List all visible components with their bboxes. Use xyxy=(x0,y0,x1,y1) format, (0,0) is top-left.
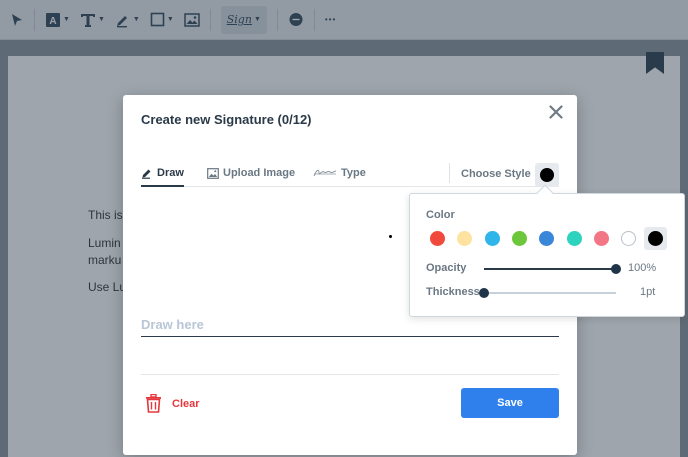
close-icon xyxy=(549,105,563,119)
dialog-title: Create new Signature (0/12) xyxy=(141,112,312,127)
tab-type[interactable]: Type xyxy=(313,163,366,183)
current-color-indicator xyxy=(540,168,554,182)
color-swatch[interactable] xyxy=(566,231,582,246)
color-swatch[interactable] xyxy=(593,231,609,246)
clear-button[interactable]: Clear xyxy=(145,394,200,413)
opacity-slider-track[interactable] xyxy=(484,268,616,270)
ink-dot xyxy=(389,235,392,238)
color-label: Color xyxy=(426,209,455,221)
color-swatch[interactable] xyxy=(457,231,473,246)
draw-here-placeholder: Draw here xyxy=(141,317,204,332)
save-button[interactable]: Save xyxy=(461,388,559,418)
tabs-divider xyxy=(449,163,450,183)
opacity-label: Opacity xyxy=(426,262,467,274)
image-icon xyxy=(207,167,219,179)
clear-label: Clear xyxy=(172,397,200,410)
footer-divider xyxy=(141,374,559,375)
tab-draw[interactable]: Draw xyxy=(141,163,184,187)
tab-label: Type xyxy=(341,167,366,179)
color-palette xyxy=(424,227,674,250)
opacity-value: 100% xyxy=(628,262,657,274)
thickness-slider-thumb[interactable] xyxy=(479,288,489,298)
style-popover: Color Opacity 100% Thickness 1pt xyxy=(409,184,685,317)
thickness-label: Thickness xyxy=(426,286,480,298)
color-swatch[interactable] xyxy=(539,231,555,246)
opacity-slider-thumb[interactable] xyxy=(611,264,621,274)
signature-tabs: Draw Upload Image Type Choose Style xyxy=(141,159,559,187)
color-swatch[interactable] xyxy=(621,231,637,246)
signature-icon xyxy=(313,169,337,177)
close-button[interactable] xyxy=(545,101,567,123)
tab-label: Upload Image xyxy=(223,167,296,179)
choose-style-button[interactable] xyxy=(535,163,559,187)
tab-label: Draw xyxy=(157,167,184,179)
color-swatch[interactable] xyxy=(430,231,445,246)
signature-baseline xyxy=(141,336,559,337)
color-swatch[interactable] xyxy=(511,231,527,246)
thickness-value: 1pt xyxy=(640,286,656,298)
pen-icon xyxy=(142,169,151,179)
thickness-slider-track[interactable] xyxy=(484,292,616,294)
tab-upload-image[interactable]: Upload Image xyxy=(207,163,295,183)
choose-style-label[interactable]: Choose Style xyxy=(461,168,531,180)
color-swatch[interactable] xyxy=(484,231,500,246)
trash-icon xyxy=(146,394,161,413)
